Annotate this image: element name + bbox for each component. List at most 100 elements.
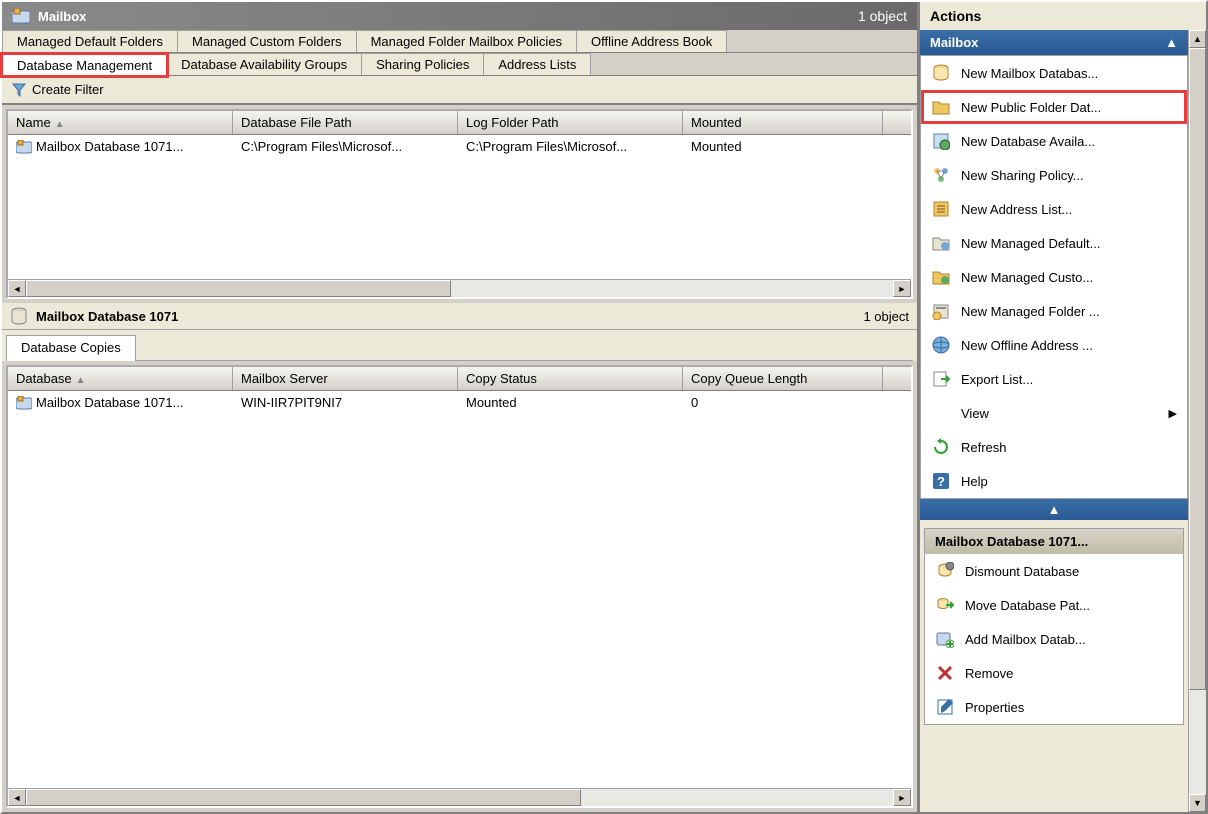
svg-text:?: ?	[937, 474, 945, 489]
column-header[interactable]: Log Folder Path	[458, 111, 683, 134]
action-new-managed-custo[interactable]: New Managed Custo...	[921, 260, 1187, 294]
tab-managed-folder-mailbox-policies[interactable]: Managed Folder Mailbox Policies	[356, 30, 577, 52]
action-new-address-list[interactable]: New Address List...	[921, 192, 1187, 226]
copies-list: Database▲Mailbox ServerCopy StatusCopy Q…	[6, 365, 913, 808]
action-label: Remove	[965, 666, 1013, 681]
action-label: Move Database Pat...	[965, 598, 1090, 613]
actions-section-database[interactable]: Mailbox Database 1071...	[925, 529, 1183, 554]
addrlist-icon	[931, 199, 951, 219]
sort-asc-icon: ▲	[76, 375, 86, 386]
mailbox-icon	[12, 8, 30, 24]
dismount-icon	[935, 561, 955, 581]
folder-icon	[931, 97, 951, 117]
offaddr-icon	[931, 335, 951, 355]
database-list: Name▲Database File PathLog Folder PathMo…	[6, 109, 913, 299]
action-view[interactable]: View ▶	[921, 396, 1187, 430]
db-icon	[931, 63, 951, 83]
action-label: New Mailbox Databas...	[961, 66, 1098, 81]
copies-list-hscrollbar[interactable]: ◄ ►	[8, 788, 911, 806]
detail-object-count: 1 object	[863, 309, 909, 324]
action-label: New Sharing Policy...	[961, 168, 1084, 183]
submenu-arrow-icon: ▶	[1169, 407, 1177, 420]
table-row[interactable]: Mailbox Database 1071...WIN-IIR7PIT9NI7M…	[8, 391, 911, 414]
database-list-hscrollbar[interactable]: ◄ ►	[8, 279, 911, 297]
action-new-public-folder-dat[interactable]: New Public Folder Dat...	[921, 90, 1187, 124]
cell: Mounted	[458, 393, 683, 412]
scroll-right-button[interactable]: ►	[893, 280, 911, 297]
action-properties[interactable]: Properties	[925, 690, 1183, 724]
column-header[interactable]: Copy Status	[458, 367, 683, 390]
action-add-mailbox-datab[interactable]: Add Mailbox Datab...	[925, 622, 1183, 656]
action-new-mailbox-databas[interactable]: New Mailbox Databas...	[921, 56, 1187, 90]
action-label: New Address List...	[961, 202, 1072, 217]
action-label: New Offline Address ...	[961, 338, 1093, 353]
sort-asc-icon: ▲	[55, 119, 65, 130]
toolbar: Create Filter	[2, 76, 917, 105]
column-header[interactable]: Database File Path	[233, 111, 458, 134]
column-header[interactable]: Name▲	[8, 111, 233, 134]
action-label: Add Mailbox Datab...	[965, 632, 1086, 647]
action-new-sharing-policy[interactable]: New Sharing Policy...	[921, 158, 1187, 192]
action-refresh[interactable]: Refresh	[921, 430, 1187, 464]
mailbox-titlebar: Mailbox 1 object	[2, 2, 917, 30]
detail-title: Mailbox Database 1071	[36, 309, 178, 324]
adddb-icon	[935, 629, 955, 649]
cell: 0	[683, 393, 883, 412]
column-header[interactable]: Copy Queue Length	[683, 367, 883, 390]
mailbox-title: Mailbox	[38, 9, 86, 24]
action-new-managed-folder[interactable]: New Managed Folder ...	[921, 294, 1187, 328]
help-icon: ?	[931, 471, 951, 491]
move-icon	[935, 595, 955, 615]
detail-header: Mailbox Database 1071 1 object	[2, 303, 917, 330]
scroll-down-button[interactable]: ▼	[1189, 794, 1206, 812]
action-export-list[interactable]: Export List...	[921, 362, 1187, 396]
action-new-offline-address[interactable]: New Offline Address ...	[921, 328, 1187, 362]
actions-section-mailbox[interactable]: Mailbox ▲	[920, 30, 1188, 55]
database-icon	[10, 307, 28, 325]
refresh-icon	[931, 437, 951, 457]
action-remove[interactable]: Remove	[925, 656, 1183, 690]
action-move-database-pat[interactable]: Move Database Pat...	[925, 588, 1183, 622]
cell: Mailbox Database 1071...	[8, 137, 233, 156]
cell: Mailbox Database 1071...	[8, 393, 233, 412]
action-label: View	[961, 406, 989, 421]
actions-vscrollbar[interactable]: ▲ ▼	[1188, 30, 1206, 812]
tab-managed-custom-folders[interactable]: Managed Custom Folders	[177, 30, 357, 52]
cell: Mounted	[683, 137, 883, 156]
export-icon	[931, 369, 951, 389]
action-label: Export List...	[961, 372, 1033, 387]
tab-database-management[interactable]: Database Management	[2, 54, 167, 76]
tab-row-1: Managed Default FoldersManaged Custom Fo…	[2, 30, 917, 53]
tab-managed-default-folders[interactable]: Managed Default Folders	[2, 30, 178, 52]
action-label: Properties	[965, 700, 1024, 715]
column-header[interactable]: Database▲	[8, 367, 233, 390]
section-collapse-bar[interactable]: ▲	[920, 499, 1188, 520]
scroll-right-button[interactable]: ►	[893, 789, 911, 806]
action-label: New Managed Custo...	[961, 270, 1093, 285]
cell: WIN-IIR7PIT9NI7	[233, 393, 458, 412]
action-label: Dismount Database	[965, 564, 1079, 579]
action-new-managed-default[interactable]: New Managed Default...	[921, 226, 1187, 260]
tab-address-lists[interactable]: Address Lists	[483, 53, 591, 75]
database-list-rows: Mailbox Database 1071...C:\Program Files…	[8, 135, 911, 279]
column-header[interactable]: Mailbox Server	[233, 367, 458, 390]
tab-database-availability-groups[interactable]: Database Availability Groups	[166, 53, 362, 75]
table-row[interactable]: Mailbox Database 1071...C:\Program Files…	[8, 135, 911, 158]
scroll-up-button[interactable]: ▲	[1189, 30, 1206, 48]
actions-section-mailbox-label: Mailbox	[930, 35, 978, 50]
actions-list-mailbox: New Mailbox Databas... New Public Folder …	[920, 55, 1188, 499]
tab-offline-address-book[interactable]: Offline Address Book	[576, 30, 727, 52]
create-filter-button[interactable]: Create Filter	[12, 82, 907, 97]
tab-sharing-policies[interactable]: Sharing Policies	[361, 53, 484, 75]
action-label: New Database Availa...	[961, 134, 1095, 149]
tab-database-copies[interactable]: Database Copies	[6, 335, 136, 361]
action-label: New Managed Default...	[961, 236, 1100, 251]
action-new-database-availa[interactable]: New Database Availa...	[921, 124, 1187, 158]
scroll-left-button[interactable]: ◄	[8, 280, 26, 297]
column-header[interactable]: Mounted	[683, 111, 883, 134]
scroll-left-button[interactable]: ◄	[8, 789, 26, 806]
action-dismount-database[interactable]: Dismount Database	[925, 554, 1183, 588]
action-help[interactable]: ?Help	[921, 464, 1187, 498]
funnel-icon	[12, 83, 26, 97]
database-row-icon	[16, 396, 32, 410]
